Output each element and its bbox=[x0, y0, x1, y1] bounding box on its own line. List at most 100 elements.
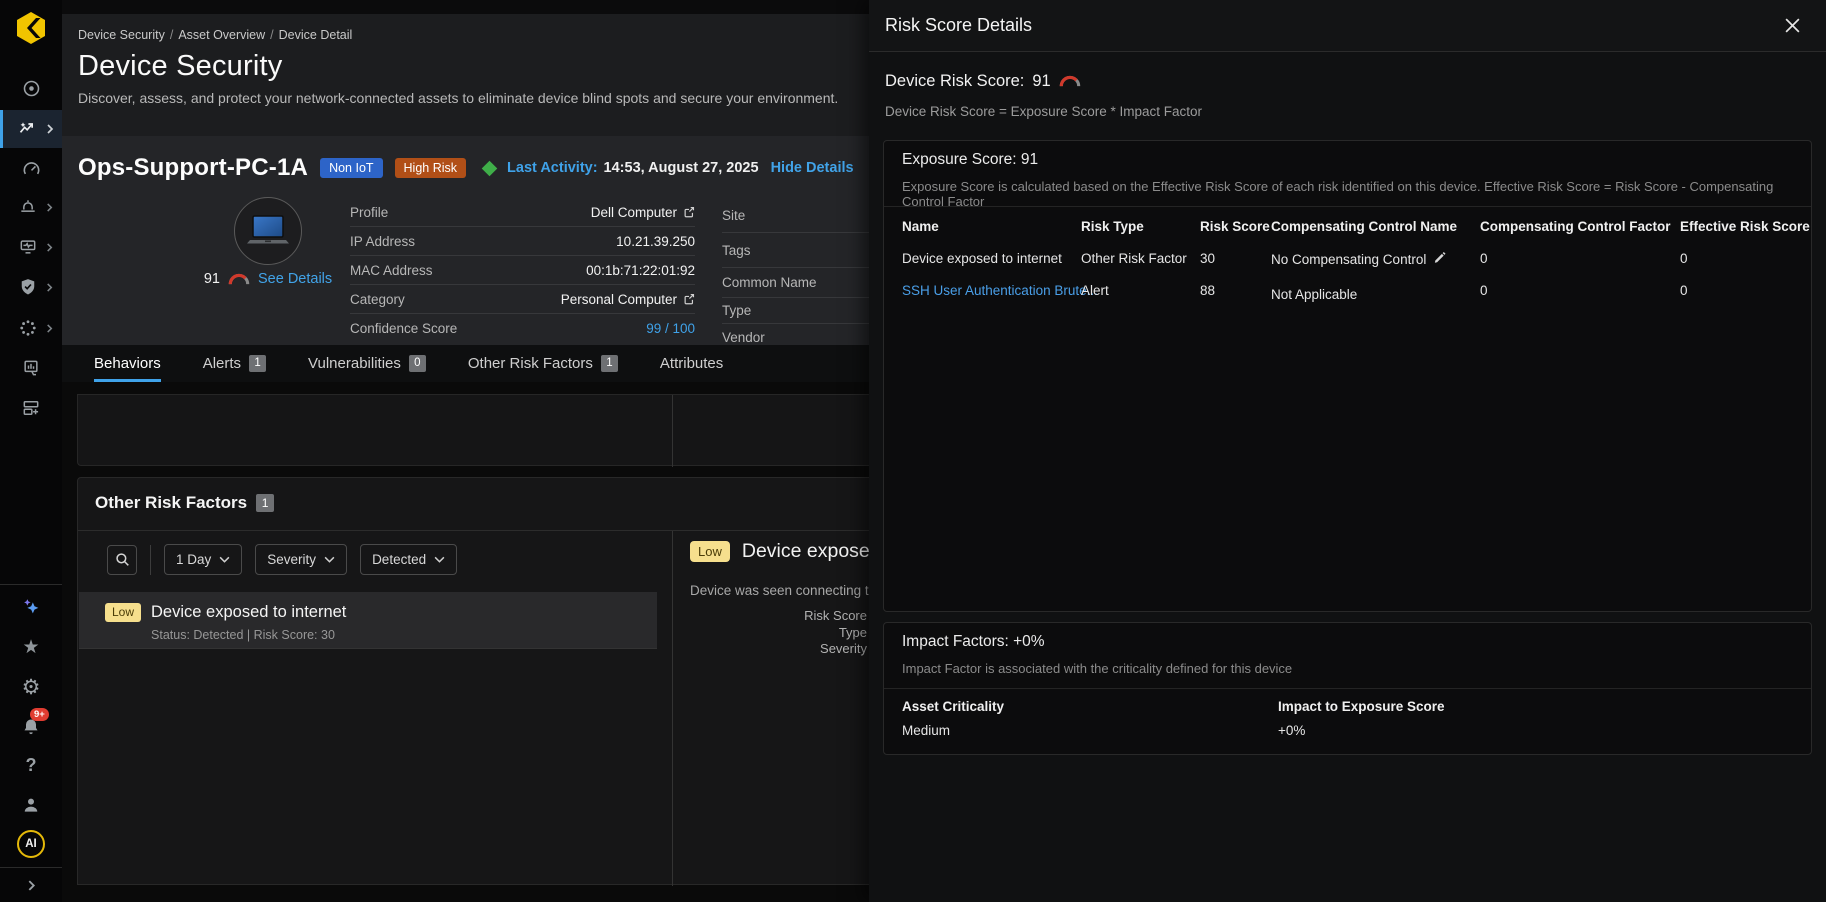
risk-factor-status: Status: Detected | Risk Score: 30 bbox=[151, 628, 346, 642]
notification-count-badge: 9+ bbox=[30, 708, 49, 721]
breadcrumb-device-detail[interactable]: Device Detail bbox=[279, 28, 353, 42]
cortex-logo-icon[interactable] bbox=[0, 8, 62, 48]
impact-factors-card: Impact Factors: +0% Impact Factor is ass… bbox=[883, 622, 1812, 755]
tab-label: Other Risk Factors bbox=[468, 355, 593, 372]
list-detail-divider bbox=[672, 531, 673, 886]
confidence-score-value[interactable]: 99 / 100 bbox=[646, 321, 695, 336]
col-header-name: Name bbox=[902, 219, 939, 234]
detail-label-risk-score: Risk Score bbox=[690, 608, 867, 625]
external-link-icon[interactable] bbox=[683, 293, 695, 305]
target-icon bbox=[21, 78, 42, 99]
sidebar-item-copilot[interactable] bbox=[0, 589, 62, 625]
section-count-badge: 1 bbox=[256, 494, 274, 512]
star-icon: ★ bbox=[22, 638, 39, 657]
risk-score-formula: Device Risk Score = Exposure Score * Imp… bbox=[885, 104, 1202, 119]
status-diamond-icon bbox=[482, 160, 498, 176]
dropdown-value: Detected bbox=[372, 552, 426, 567]
external-link-icon[interactable] bbox=[683, 206, 695, 218]
tab-label: Vulnerabilities bbox=[308, 355, 401, 372]
exposure-heading: Exposure Score: 91 bbox=[902, 151, 1038, 169]
sidebar-item-overview[interactable] bbox=[0, 70, 62, 106]
field-row-profile: Profile Dell Computer bbox=[350, 198, 695, 227]
tab-behaviors[interactable]: Behaviors bbox=[94, 345, 161, 382]
tab-other-risk-factors[interactable]: Other Risk Factors 1 bbox=[468, 345, 618, 382]
edit-pencil-icon[interactable] bbox=[1433, 251, 1446, 264]
tab-alerts[interactable]: Alerts 1 bbox=[203, 345, 266, 382]
status-dropdown[interactable]: Detected bbox=[360, 544, 457, 575]
last-activity-label: Last Activity: bbox=[507, 160, 598, 176]
sidebar-item-ai-assistant[interactable]: AI bbox=[0, 827, 62, 861]
cell-risk-type: Alert bbox=[1081, 283, 1109, 298]
sidebar-divider bbox=[0, 584, 62, 585]
sidebar-item-discovery[interactable] bbox=[0, 310, 62, 346]
sidebar-item-device-security-active[interactable] bbox=[0, 110, 62, 148]
detail-field-labels: Risk Score Type Severity bbox=[690, 608, 867, 658]
sidebar-collapse-toggle[interactable] bbox=[0, 869, 62, 902]
cell-name-link[interactable]: SSH User Authentication Brute... bbox=[902, 283, 1098, 298]
cell-effective-risk-score: 0 bbox=[1680, 251, 1688, 266]
device-avatar bbox=[234, 197, 302, 265]
risk-level-badge: High Risk bbox=[395, 158, 467, 178]
close-button[interactable] bbox=[1780, 14, 1804, 38]
tab-label: Alerts bbox=[203, 355, 241, 372]
field-label: Confidence Score bbox=[350, 321, 457, 336]
sidebar-bottom-divider bbox=[0, 867, 62, 868]
exposure-score-card: Exposure Score: 91 Exposure Score is cal… bbox=[883, 140, 1812, 612]
laptop-icon bbox=[245, 213, 291, 249]
sidebar-item-profile[interactable] bbox=[0, 787, 62, 823]
search-button[interactable] bbox=[107, 545, 137, 575]
sidebar-item-help[interactable]: ? bbox=[0, 747, 62, 783]
trend-sparkle-icon bbox=[18, 119, 38, 139]
tab-label: Attributes bbox=[660, 355, 723, 372]
see-details-link[interactable]: See Details bbox=[258, 271, 332, 287]
sidebar-item-compliance[interactable] bbox=[0, 269, 62, 305]
cell-risk-score: 30 bbox=[1200, 251, 1215, 266]
col-header-compensating-control-factor: Compensating Control Factor bbox=[1480, 219, 1671, 234]
cell-risk-score: 88 bbox=[1200, 283, 1215, 298]
chevron-right-icon bbox=[45, 283, 54, 292]
page-description: Discover, assess, and protect your netwo… bbox=[78, 90, 838, 106]
field-label: Category bbox=[350, 292, 405, 307]
cell-effective-risk-score: 0 bbox=[1680, 283, 1688, 298]
sidebar: ★ ⚙ 9+ ? AI bbox=[0, 0, 62, 902]
cell-impact-value: +0% bbox=[1278, 723, 1305, 738]
sidebar-item-settings[interactable]: ⚙ bbox=[0, 669, 62, 705]
sidebar-item-integrations[interactable] bbox=[0, 390, 62, 426]
panel-title: Risk Score Details bbox=[885, 15, 1032, 36]
sidebar-item-dashboard[interactable] bbox=[0, 151, 62, 187]
ai-badge: AI bbox=[17, 830, 45, 858]
sidebar-item-alerts[interactable] bbox=[0, 189, 62, 225]
impact-description: Impact Factor is associated with the cri… bbox=[902, 661, 1292, 676]
sidebar-item-notifications[interactable]: 9+ bbox=[0, 709, 62, 745]
chevron-down-icon bbox=[219, 556, 230, 563]
risk-factors-toolbar: 1 Day Severity Detected bbox=[107, 544, 457, 575]
col-header-compensating-control-name: Compensating Control Name bbox=[1271, 219, 1457, 234]
card-divider bbox=[884, 688, 1811, 689]
time-range-dropdown[interactable]: 1 Day bbox=[164, 544, 242, 575]
breadcrumb-device-security[interactable]: Device Security bbox=[78, 28, 165, 42]
severity-badge: Low bbox=[690, 541, 730, 562]
sidebar-item-reports[interactable] bbox=[0, 350, 62, 386]
sidebar-item-favorites[interactable]: ★ bbox=[0, 629, 62, 665]
detail-label-type: Type bbox=[690, 625, 867, 642]
breadcrumb-separator: / bbox=[170, 28, 173, 42]
sidebar-item-devices[interactable] bbox=[0, 229, 62, 265]
col-header-effective-risk-score: Effective Risk Score bbox=[1680, 219, 1810, 234]
breadcrumb-asset-overview[interactable]: Asset Overview bbox=[178, 28, 265, 42]
dotted-circle-icon bbox=[18, 318, 38, 338]
risk-factor-list-item[interactable]: Low Device exposed to internet Status: D… bbox=[79, 592, 657, 649]
sparkles-icon bbox=[20, 596, 42, 618]
last-activity-value: 14:53, August 27, 2025 bbox=[604, 160, 759, 176]
field-row-confidence: Confidence Score 99 / 100 bbox=[350, 314, 695, 343]
device-risk-score-row: Device Risk Score: 91 bbox=[885, 72, 1081, 91]
device-risk-score: 91 bbox=[204, 271, 220, 287]
hide-details-link[interactable]: Hide Details bbox=[771, 160, 854, 176]
tab-label: Behaviors bbox=[94, 355, 161, 372]
chevron-right-icon bbox=[26, 880, 37, 891]
chevron-right-icon bbox=[45, 203, 54, 212]
col-header-risk-score: Risk Score bbox=[1200, 219, 1270, 234]
severity-dropdown[interactable]: Severity bbox=[255, 544, 347, 575]
tab-attributes[interactable]: Attributes bbox=[660, 345, 723, 382]
cell-control-factor: 0 bbox=[1480, 283, 1488, 298]
tab-vulnerabilities[interactable]: Vulnerabilities 0 bbox=[308, 345, 426, 382]
